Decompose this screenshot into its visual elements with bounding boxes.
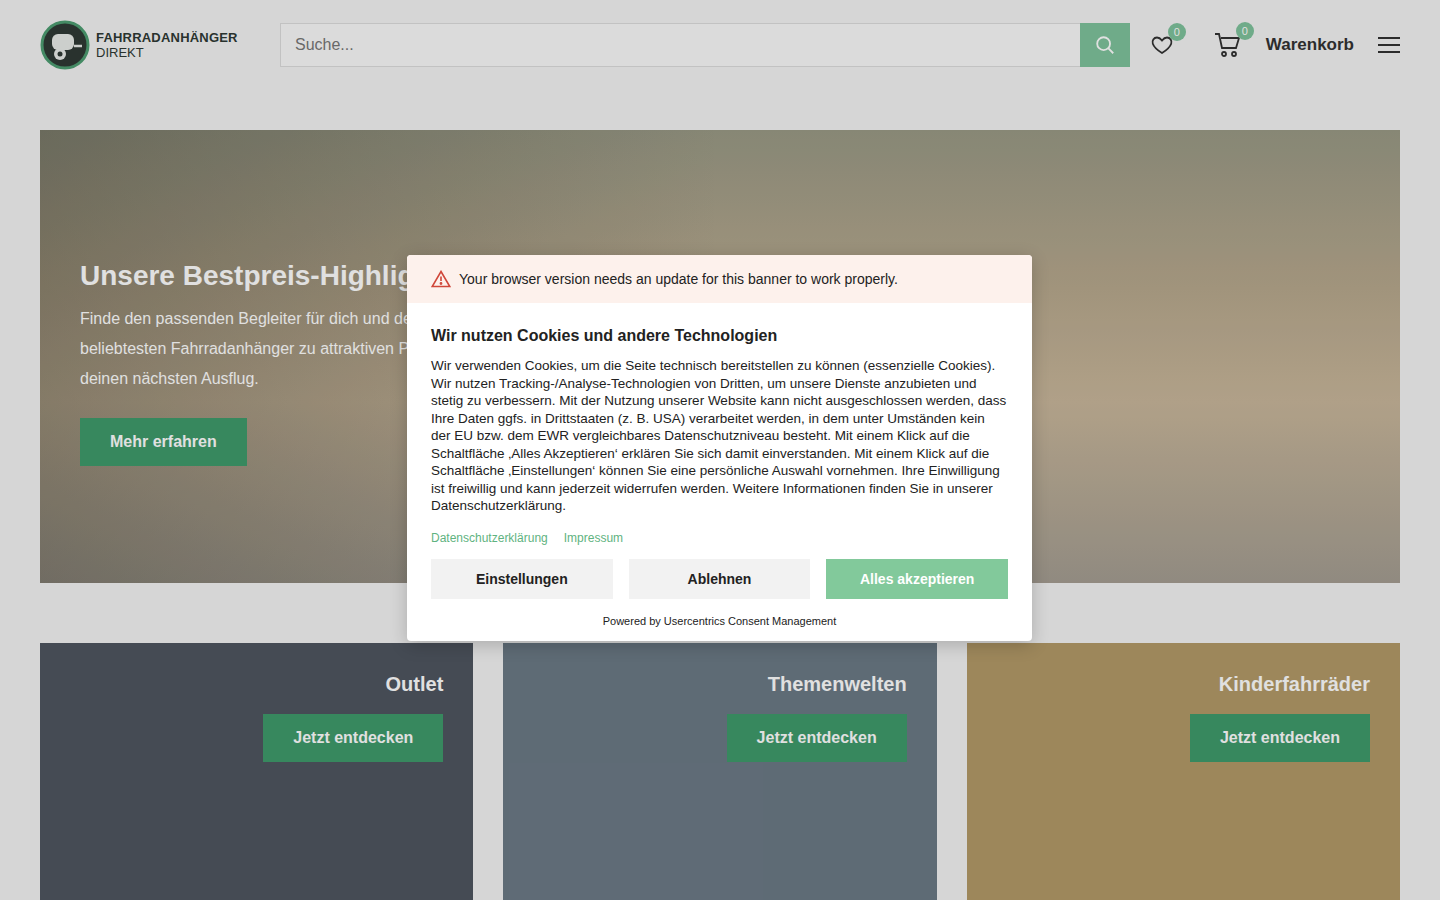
banner-link[interactable]: Datenschutzerklärung bbox=[431, 531, 548, 545]
banner-title: Wir nutzen Cookies und andere Technologi… bbox=[431, 327, 1008, 345]
warning-strip: Your browser version needs an update for… bbox=[407, 255, 1032, 303]
banner-link[interactable]: Impressum bbox=[564, 531, 623, 545]
banner-button[interactable]: Alles akzeptieren bbox=[826, 559, 1008, 599]
warning-icon bbox=[431, 270, 451, 288]
warning-text: Your browser version needs an update for… bbox=[459, 271, 898, 287]
page: FAHRRADANHÄNGERDIREKT00WarenkorbUnsere B… bbox=[0, 0, 1440, 900]
banner-text: Wir verwenden Cookies, um die Seite tech… bbox=[431, 357, 1008, 515]
banner-button[interactable]: Ablehnen bbox=[629, 559, 811, 599]
cookie-banner: Your browser version needs an update for… bbox=[407, 255, 1032, 641]
banner-footer: Powered by Usercentrics Consent Manageme… bbox=[431, 615, 1008, 627]
banner-button[interactable]: Einstellungen bbox=[431, 559, 613, 599]
